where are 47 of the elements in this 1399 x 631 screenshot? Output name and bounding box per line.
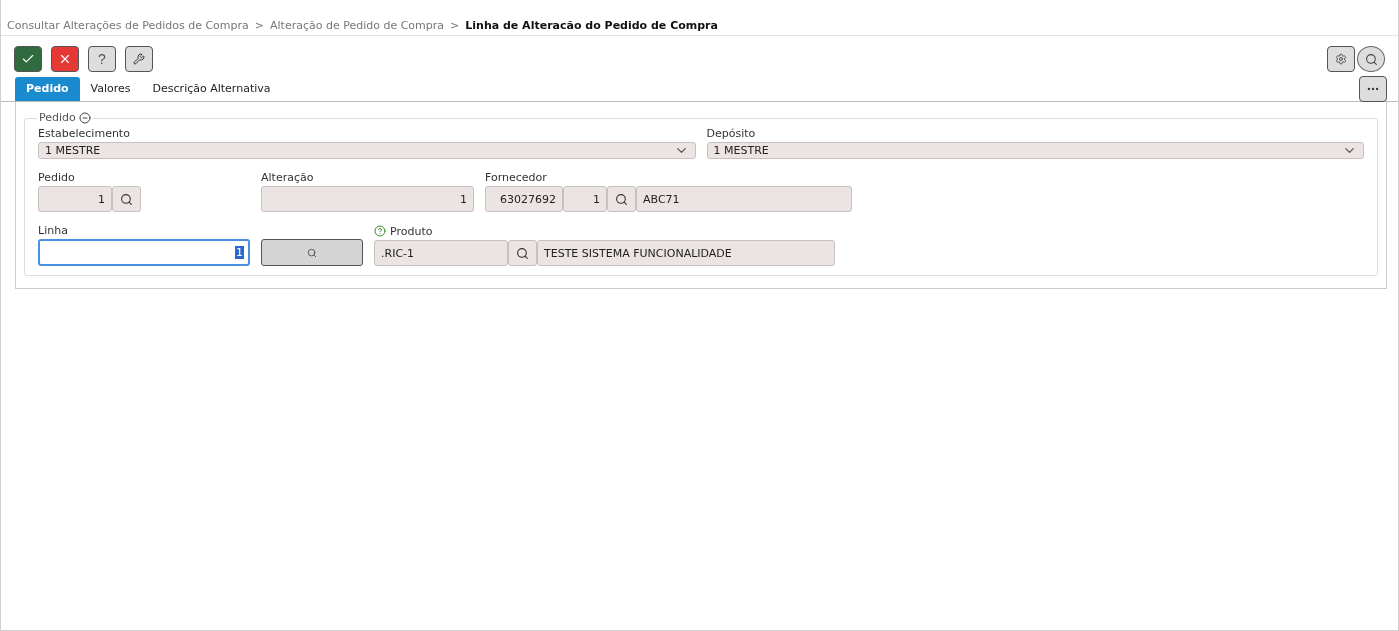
input-field[interactable]: ABC71 (636, 186, 852, 212)
field-label: Produto (390, 224, 433, 238)
search-button[interactable] (261, 239, 363, 266)
field-label: Estabelecimento (38, 126, 131, 140)
tab[interactable]: Descrição Alternativa (141, 77, 282, 101)
breadcrumb-link[interactable]: Alteração de Pedido de Compra (270, 18, 445, 32)
select-field[interactable]: 1 MESTRE (706, 142, 1364, 159)
close-icon (58, 52, 72, 66)
settings-button[interactable] (1327, 46, 1355, 72)
input-field[interactable]: 1 (38, 239, 250, 266)
search-icon (615, 192, 628, 206)
input-field[interactable]: .RIC-1 (374, 240, 508, 266)
collapse-icon[interactable] (78, 111, 91, 124)
tab[interactable]: Valores (79, 77, 142, 101)
input-field[interactable]: 1 (38, 186, 112, 212)
wrench-button[interactable] (125, 46, 153, 72)
field-label: Pedido (38, 170, 76, 184)
wrench-icon (133, 53, 145, 65)
search-button[interactable] (112, 186, 141, 212)
confirm-button[interactable] (14, 46, 42, 72)
input-field[interactable]: TESTE SISTEMA FUNCIONALIDADE (537, 240, 835, 266)
search-icon (307, 247, 317, 258)
tab[interactable]: Pedido (15, 77, 80, 101)
more-button[interactable] (1359, 76, 1387, 102)
check-icon (21, 52, 35, 66)
help-icon[interactable] (374, 225, 386, 237)
search-button[interactable] (508, 240, 537, 266)
field-label: Alteração (261, 170, 315, 184)
cancel-button[interactable] (51, 46, 79, 72)
search-button[interactable] (607, 186, 636, 212)
input-field[interactable]: 1 (563, 186, 607, 212)
input-field[interactable]: 63027692 (485, 186, 563, 212)
field-label: Depósito (706, 126, 757, 140)
search-icon (516, 246, 529, 260)
breadcrumb-separator: > (254, 18, 264, 32)
breadcrumb-separator: > (450, 18, 460, 32)
settings-icon (1335, 53, 1347, 65)
select-field[interactable]: 1 MESTRE (38, 142, 696, 159)
field-label: Linha (38, 223, 69, 237)
breadcrumb-link[interactable]: Consultar Alterações de Pedidos de Compra (7, 18, 249, 32)
field-label: Fornecedor (485, 170, 548, 184)
search-icon (1364, 52, 1378, 66)
help-button[interactable]: ? (88, 46, 116, 72)
search-button[interactable] (1357, 46, 1385, 72)
input-field[interactable]: 1 (261, 186, 474, 212)
search-icon (120, 192, 133, 206)
section-title: Pedido (39, 111, 76, 124)
